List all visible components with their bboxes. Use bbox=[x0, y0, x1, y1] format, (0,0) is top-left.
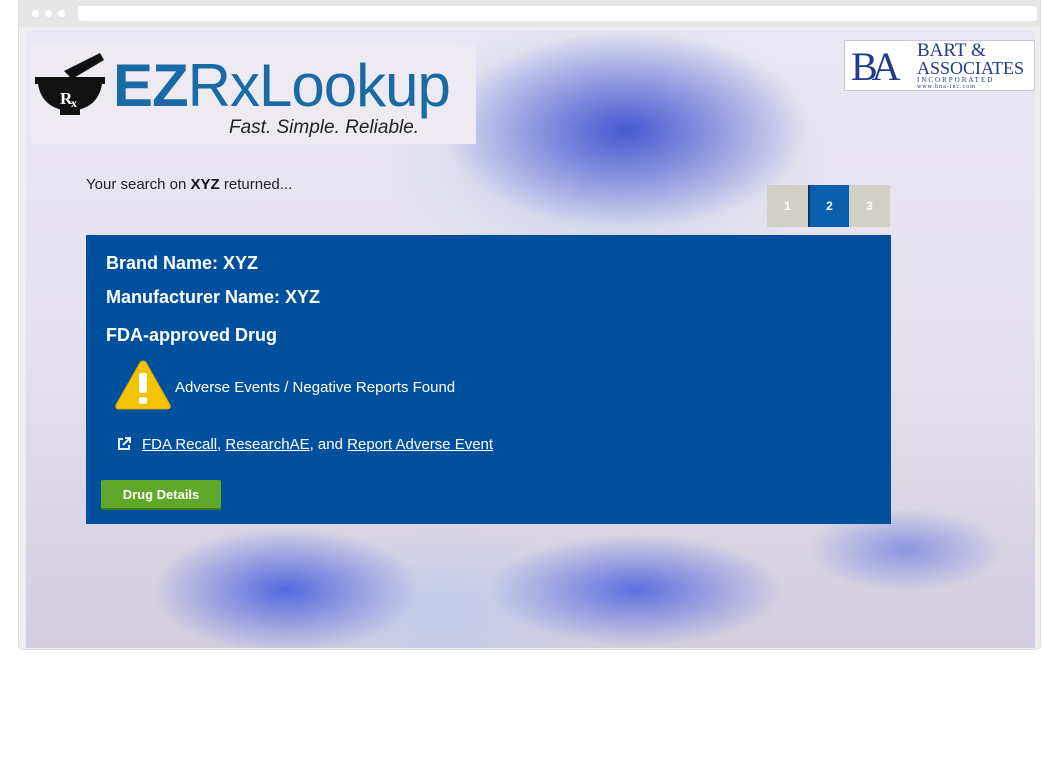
page-viewport: R x EZRxLookup Fast. Simple. Reliable. B… bbox=[26, 30, 1035, 648]
window-dot-icon[interactable] bbox=[58, 10, 65, 17]
researchae-link[interactable]: ResearchAE bbox=[225, 436, 309, 453]
browser-chrome bbox=[19, 0, 1040, 27]
window-dot-icon[interactable] bbox=[45, 10, 52, 17]
bart-associates-logo[interactable]: BA BART & ASSOCIATES INCORPORATED www.bn… bbox=[844, 40, 1035, 91]
ba-name-line4: www.bna-inc.com bbox=[917, 84, 976, 90]
logo-ez-text: EZ bbox=[113, 52, 189, 119]
search-summary: Your search on XYZ returned... bbox=[86, 176, 292, 193]
result-pager: 1 2 3 bbox=[767, 185, 890, 227]
logo-tagline: Fast. Simple. Reliable. bbox=[229, 117, 420, 138]
report-adverse-event-link[interactable]: Report Adverse Event bbox=[347, 436, 493, 453]
fda-approval-status: FDA-approved Drug bbox=[106, 325, 277, 345]
ba-monogram: BA bbox=[851, 44, 901, 89]
link-separator: , bbox=[217, 436, 222, 453]
external-link-icon bbox=[118, 437, 131, 450]
brand-name: Brand Name: XYZ bbox=[106, 253, 259, 273]
related-links: FDA Recall, ResearchAE, and Report Adver… bbox=[142, 436, 493, 453]
address-bar[interactable] bbox=[78, 6, 1037, 21]
logo-rx-text: Rx bbox=[187, 52, 260, 119]
drug-details-button[interactable]: Drug Details bbox=[101, 480, 221, 510]
window-dot-icon[interactable] bbox=[32, 10, 39, 17]
mortar-pestle-icon: R x bbox=[35, 53, 105, 115]
manufacturer-name: Manufacturer Name: XYZ bbox=[106, 287, 321, 307]
svg-text:x: x bbox=[71, 96, 77, 110]
drug-result-panel: Brand Name: XYZ Manufacturer Name: XYZ F… bbox=[86, 235, 891, 524]
ezrxlookup-logo[interactable]: R x EZRxLookup Fast. Simple. Reliable. bbox=[31, 45, 476, 144]
page-2-button[interactable]: 2 bbox=[808, 185, 849, 227]
warning-triangle-icon bbox=[115, 360, 171, 410]
logo-wordmark: EZRxLookup bbox=[113, 51, 451, 121]
logo-lookup-text: Lookup bbox=[259, 52, 451, 119]
search-prefix: Your search on bbox=[86, 176, 187, 193]
adverse-events-text: Adverse Events / Negative Reports Found bbox=[175, 379, 456, 396]
ba-name-line2: ASSOCIATES bbox=[917, 58, 1025, 78]
ba-name-line3: INCORPORATED bbox=[917, 76, 995, 84]
browser-window: R x EZRxLookup Fast. Simple. Reliable. B… bbox=[18, 0, 1041, 650]
search-term: XYZ bbox=[190, 176, 220, 193]
search-suffix: returned... bbox=[223, 176, 293, 193]
page-1-button[interactable]: 1 bbox=[767, 185, 808, 227]
fda-recall-link[interactable]: FDA Recall bbox=[142, 436, 217, 453]
link-separator: , and bbox=[309, 436, 343, 453]
page-3-button[interactable]: 3 bbox=[849, 185, 890, 227]
